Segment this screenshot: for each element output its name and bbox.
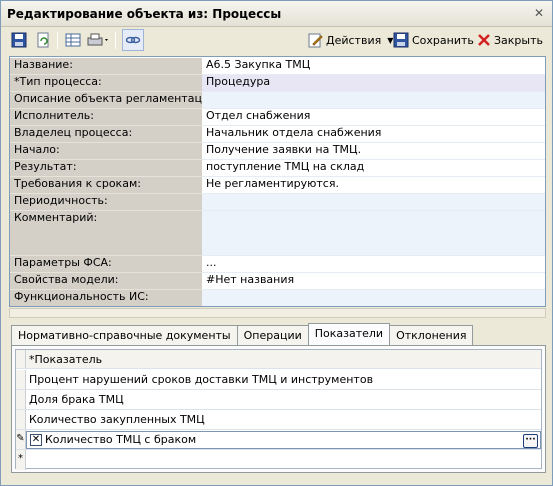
property-value[interactable]	[202, 92, 545, 109]
table-row[interactable]: Доля брака ТМЦ	[16, 390, 541, 410]
tab-deviations[interactable]: Отклонения	[389, 325, 474, 345]
property-label: Исполнитель:	[10, 109, 202, 126]
property-row-start[interactable]: Начало: Получение заявки на ТМЦ.	[10, 143, 545, 160]
new-row[interactable]: *	[16, 450, 541, 470]
save-icon-button[interactable]	[11, 29, 27, 51]
property-row-executor[interactable]: Исполнитель: Отдел снабжения	[10, 109, 545, 126]
floppy-icon	[11, 32, 27, 48]
property-row-regulation-description[interactable]: Описание объекта регламентации:	[10, 92, 545, 109]
table-row-editing[interactable]: ✎ ✕ Количество ТМЦ с браком ···	[16, 430, 541, 450]
tab-strip: Нормативно-справочные документы Операции…	[11, 323, 474, 346]
property-value[interactable]	[202, 290, 545, 306]
property-label: Название:	[10, 58, 202, 75]
property-value[interactable]	[202, 211, 545, 256]
property-label: Периодичность:	[10, 194, 202, 211]
property-value[interactable]: Не регламентируются.	[202, 177, 545, 194]
close-label: Закрыть	[494, 33, 543, 47]
table-row[interactable]: Количество закупленных ТМЦ	[16, 410, 541, 430]
refresh-icon-button[interactable]	[35, 29, 51, 51]
property-label: Владелец процесса:	[10, 126, 202, 143]
refresh-document-icon	[37, 32, 49, 48]
property-label: Описание объекта регламентации:	[10, 92, 202, 109]
indicators-grid: *Показатель Процент нарушений сроков дос…	[15, 349, 542, 470]
property-value[interactable]: Отдел снабжения	[202, 109, 545, 126]
edit-document-icon	[308, 33, 323, 48]
link-icon	[125, 36, 141, 44]
new-row-marker: *	[16, 450, 26, 470]
window-close-icon[interactable]: ✕	[532, 6, 546, 20]
property-row-process-type[interactable]: *Тип процесса: Процедура	[10, 75, 545, 92]
property-row-comment[interactable]: Комментарий:	[10, 211, 545, 256]
edit-row-marker: ✎	[16, 430, 26, 449]
property-value[interactable]: А6.5 Закупка ТМЦ	[202, 58, 545, 75]
property-label: Функциональность ИС:	[10, 290, 202, 306]
edit-object-window: Редактирование объекта из: Процессы ✕ Де…	[0, 0, 553, 486]
window-title: Редактирование объекта из: Процессы	[7, 7, 282, 21]
property-row-fsa-params[interactable]: Параметры ФСА: ...	[10, 256, 545, 273]
horizontal-scrollbar[interactable]	[9, 308, 546, 318]
properties-grid: Название: А6.5 Закупка ТМЦ *Тип процесса…	[9, 56, 546, 307]
property-label: Комментарий:	[10, 211, 202, 256]
save-button[interactable]: Сохранить	[393, 29, 474, 51]
indicators-tab-panel: *Показатель Процент нарушений сроков дос…	[11, 345, 546, 473]
property-value[interactable]: Получение заявки на ТМЦ.	[202, 143, 545, 160]
delete-row-icon[interactable]: ✕	[30, 433, 42, 446]
property-value[interactable]: Процедура	[202, 75, 545, 92]
row-selector	[16, 350, 26, 368]
link-button[interactable]	[122, 29, 144, 51]
actions-menu-button[interactable]: Действия ▼	[307, 29, 393, 51]
property-row-result[interactable]: Результат: поступление ТМЦ на склад	[10, 160, 545, 177]
save-label: Сохранить	[412, 33, 474, 47]
floppy-save-icon	[393, 32, 409, 48]
toolbar: Действия ▼ Сохранить Закрыть	[5, 29, 548, 53]
property-value[interactable]: #Нет названия	[202, 273, 545, 290]
indicator-cell[interactable]: Доля брака ТМЦ	[26, 393, 124, 406]
property-row-deadlines[interactable]: Требования к срокам: Не регламентируются…	[10, 177, 545, 194]
row-selector[interactable]	[16, 370, 26, 389]
property-value[interactable]: Начальник отдела снабжения	[202, 126, 545, 143]
title-bar[interactable]: Редактирование объекта из: Процессы ✕	[1, 1, 552, 27]
property-value[interactable]: поступление ТМЦ на склад	[202, 160, 545, 177]
ellipsis-button[interactable]: ···	[523, 433, 538, 448]
property-label: Свойства модели:	[10, 273, 202, 290]
printer-icon	[87, 33, 108, 46]
indicator-cell[interactable]: Процент нарушений сроков доставки ТМЦ и …	[26, 373, 373, 386]
actions-label: Действия	[326, 33, 382, 47]
indicator-cell[interactable]: Количество ТМЦ с браком	[42, 433, 196, 446]
tab-normative-documents[interactable]: Нормативно-справочные документы	[11, 325, 238, 345]
row-selector[interactable]	[16, 390, 26, 409]
indicator-cell[interactable]: Количество закупленных ТМЦ	[26, 413, 205, 426]
property-label: *Тип процесса:	[10, 75, 202, 92]
print-button[interactable]	[87, 29, 111, 51]
editing-cell[interactable]: ✕ Количество ТМЦ с браком ···	[26, 430, 541, 449]
property-row-model-properties[interactable]: Свойства модели: #Нет названия	[10, 273, 545, 290]
property-row-periodicity[interactable]: Периодичность:	[10, 194, 545, 211]
property-label: Начало:	[10, 143, 202, 160]
tab-operations[interactable]: Операции	[236, 325, 309, 345]
property-value[interactable]	[202, 194, 545, 211]
property-value[interactable]: ...	[202, 256, 545, 273]
red-x-icon	[478, 34, 490, 46]
property-label: Параметры ФСА:	[10, 256, 202, 273]
property-label: Результат:	[10, 160, 202, 177]
table-view-button[interactable]	[65, 29, 81, 51]
property-label: Требования к срокам:	[10, 177, 202, 194]
property-row-name[interactable]: Название: А6.5 Закупка ТМЦ	[10, 58, 545, 75]
property-row-is-functionality[interactable]: Функциональность ИС:	[10, 290, 545, 306]
table-row[interactable]: Процент нарушений сроков доставки ТМЦ и …	[16, 370, 541, 390]
table-icon	[65, 33, 81, 47]
tab-indicators[interactable]: Показатели	[307, 323, 391, 345]
grid-header-row: *Показатель	[16, 350, 541, 369]
close-button[interactable]: Закрыть	[477, 29, 543, 51]
column-header-indicator[interactable]: *Показатель	[26, 353, 102, 366]
property-row-owner[interactable]: Владелец процесса: Начальник отдела снаб…	[10, 126, 545, 143]
row-selector[interactable]	[16, 410, 26, 429]
